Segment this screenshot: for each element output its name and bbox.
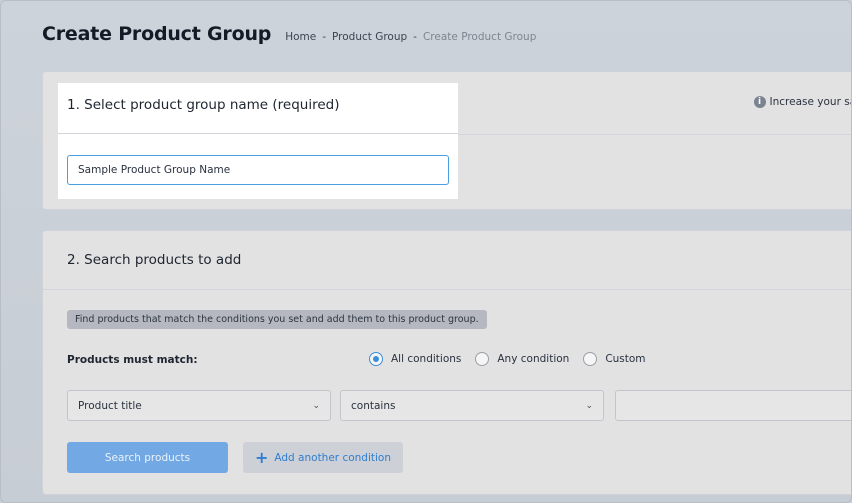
chevron-down-icon: ⌄ — [585, 400, 593, 411]
conditions-hint: Find products that match the conditions … — [67, 310, 487, 329]
group-name-highlight: 1. Select product group name (required) — [58, 83, 458, 199]
group-name-card: 1. Select product group name (required) … — [42, 71, 851, 210]
breadcrumb-separator: - — [322, 31, 326, 43]
app-frame: Create Product Group Home - Product Grou… — [0, 0, 852, 503]
operator-select[interactable]: contains ⌄ — [340, 390, 604, 421]
add-condition-button[interactable]: + Add another condition — [243, 442, 403, 473]
chevron-down-icon: ⌄ — [312, 400, 320, 411]
field-select[interactable]: Product title ⌄ — [67, 390, 331, 421]
radio-button[interactable] — [475, 352, 490, 366]
plus-icon: + — [254, 447, 269, 467]
section-title-group-name: 1. Select product group name (required) — [67, 97, 340, 113]
breadcrumb-separator: - — [413, 31, 417, 43]
radio-button[interactable] — [369, 352, 383, 366]
match-label: Products must match: — [67, 354, 198, 366]
operator-select-value: contains — [351, 399, 396, 412]
breadcrumb: Home - Product Group - Create Product Gr… — [285, 31, 536, 43]
radio-button[interactable] — [583, 352, 598, 366]
divider — [58, 133, 458, 134]
field-select-value: Product title — [78, 399, 142, 412]
match-radio-group: All conditions Any condition Custom — [369, 352, 646, 366]
divider — [43, 289, 851, 290]
condition-value-input[interactable] — [615, 390, 851, 421]
info-icon: i — [753, 96, 766, 108]
radio-custom[interactable]: Custom — [583, 352, 646, 366]
page-title: Create Product Group — [42, 23, 272, 45]
radio-label: Custom — [605, 353, 646, 365]
search-products-card: 2. Search products to add Find products … — [42, 230, 851, 495]
sales-tip-text: Increase your sales — [769, 96, 851, 108]
sales-tip: i Increase your sales — [753, 96, 851, 108]
breadcrumb-product-group[interactable]: Product Group — [332, 31, 407, 43]
breadcrumb-home[interactable]: Home — [285, 31, 316, 43]
breadcrumb-current: Create Product Group — [422, 31, 537, 43]
group-name-input[interactable] — [67, 155, 449, 185]
page-header: Create Product Group Home - Product Grou… — [42, 23, 536, 45]
divider — [458, 134, 851, 135]
radio-all-conditions[interactable]: All conditions — [369, 352, 461, 366]
search-products-button[interactable]: Search products — [67, 442, 228, 473]
radio-label: All conditions — [391, 353, 462, 365]
radio-any-condition[interactable]: Any condition — [475, 352, 569, 366]
section-title-search: 2. Search products to add — [67, 252, 242, 268]
radio-label: Any condition — [497, 353, 570, 365]
add-condition-label: Add another condition — [274, 451, 392, 464]
